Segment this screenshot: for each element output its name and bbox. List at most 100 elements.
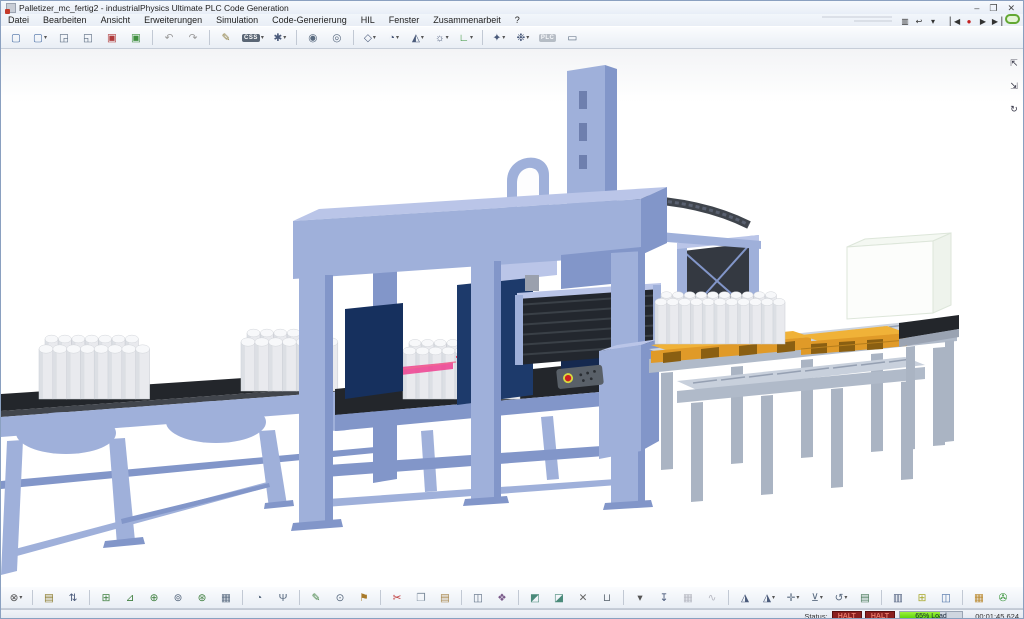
add-box-button[interactable]: ⊛ (191, 588, 213, 607)
light-settings-button[interactable]: ✦▾ (488, 28, 510, 47)
find-object-button[interactable]: ⊙ (329, 588, 351, 607)
restore-button[interactable]: ❐ (989, 3, 997, 13)
product-rolls-group1[interactable] (39, 335, 150, 399)
add-ramp-button[interactable]: ⊿ (119, 588, 141, 607)
empty-pallet[interactable] (801, 326, 907, 355)
menu-ansicht[interactable]: Ansicht (94, 15, 138, 25)
minimize-button[interactable]: – (974, 3, 979, 13)
new-model-button[interactable]: ▢ (5, 28, 27, 47)
debug-bug-button[interactable]: ❉▾ (512, 28, 534, 47)
box-library-button[interactable]: ▦ (215, 588, 237, 607)
menu-datei[interactable]: Datei (1, 15, 36, 25)
view-shaded-button[interactable]: ◔▾ (383, 28, 405, 47)
open-model-button[interactable]: ◲ (53, 28, 75, 47)
movie-reel-button[interactable]: ✇ (992, 588, 1014, 607)
stamp-tool-button[interactable]: ◫ (467, 588, 489, 607)
jump-to-start-button[interactable]: ◀ (948, 16, 962, 27)
add-machine-button[interactable]: ⊞ (95, 588, 117, 607)
menu-fenster[interactable]: Fenster (382, 15, 427, 25)
view-axes-button[interactable]: ∟▾ (455, 28, 477, 47)
compile-button[interactable]: ✱▾ (269, 28, 291, 47)
sim-timer-button[interactable]: ◔ (248, 588, 270, 607)
drop-object-button-caret[interactable]: ▾ (820, 594, 823, 601)
view-axes-button-caret[interactable]: ▾ (470, 34, 473, 41)
edit-geometry-button[interactable]: ✎ (305, 588, 327, 607)
zoom-selected-button[interactable]: ◉ (302, 28, 324, 47)
menu-code-generierung[interactable]: Code-Generierung (265, 15, 354, 25)
copy-button[interactable]: ❐ (410, 588, 432, 607)
view-solid-button-caret[interactable]: ▾ (373, 34, 376, 41)
paste-button[interactable]: ▤ (434, 588, 456, 607)
cut-button[interactable]: ✂ (386, 588, 408, 607)
antenna-button[interactable]: Ψ (272, 588, 294, 607)
code-report-button[interactable]: ✎ (215, 28, 237, 47)
new-model-menu-button-caret[interactable]: ▾ (44, 34, 47, 41)
realtime-indicator[interactable] (1004, 13, 1021, 24)
deselect-button[interactable]: ⊗▾ (5, 588, 27, 607)
view-render-button-caret[interactable]: ▾ (446, 34, 449, 41)
view-shaded-button-caret[interactable]: ▾ (396, 34, 399, 41)
zoom-all-button[interactable]: ◎ (326, 28, 348, 47)
save-model-button[interactable]: ▣ (101, 28, 123, 47)
debug-bug-button-caret[interactable]: ▾ (526, 34, 529, 41)
delete-button[interactable]: ✕ (572, 588, 594, 607)
reorder-objects-button[interactable]: ⇅ (62, 588, 84, 607)
package-button[interactable]: ▦ (968, 588, 990, 607)
menu-bearbeiten[interactable]: Bearbeiten (36, 15, 94, 25)
history-menu-button[interactable]: ▾ (926, 16, 940, 27)
move-object-button-caret[interactable]: ▾ (796, 594, 799, 601)
new-model-menu-button[interactable]: ▢▾ (29, 28, 51, 47)
prism-view-button[interactable]: ◮ (734, 588, 756, 607)
open-model-alt-button[interactable]: ◱ (77, 28, 99, 47)
light-settings-button-caret[interactable]: ▾ (502, 34, 505, 41)
menu-simulation[interactable]: Simulation (209, 15, 265, 25)
more-tools-button[interactable]: ▾ (629, 588, 651, 607)
save-model-as-button[interactable]: ▣ (125, 28, 147, 47)
history-back-button[interactable]: ↩ (912, 16, 926, 27)
camera-fit-icon[interactable]: ⇲ (1007, 80, 1021, 92)
redo-button[interactable]: ↷ (182, 28, 204, 47)
menu-?[interactable]: ? (508, 15, 527, 25)
outfeed-conveyor[interactable] (899, 315, 959, 450)
css-export-button[interactable]: CSS▾ (239, 28, 267, 47)
play-button[interactable]: ▶ (976, 16, 990, 27)
notes-button[interactable]: ▤ (854, 588, 876, 607)
move-object-button[interactable]: ✛▾ (782, 588, 804, 607)
add-seat-button[interactable]: ⊕ (143, 588, 165, 607)
log-table-button[interactable]: ▥ (887, 588, 909, 607)
hil-pairing-button[interactable]: ◫ (935, 588, 957, 607)
step-forward-button[interactable]: ▶ (990, 16, 1004, 27)
stamp-color-button[interactable]: ❖ (491, 588, 513, 607)
marker-button[interactable]: ⚑ (353, 588, 375, 607)
prism-view-menu-button-caret[interactable]: ▾ (772, 594, 775, 601)
lasso-select-button-caret[interactable]: ▾ (844, 594, 847, 601)
drop-object-button[interactable]: ⊻▾ (806, 588, 828, 607)
menu-erweiterungen[interactable]: Erweiterungen (137, 15, 209, 25)
import-press-button[interactable]: ◩ (524, 588, 546, 607)
css-export-button-caret[interactable]: ▾ (261, 34, 264, 41)
pallet-load-rolls[interactable] (655, 292, 785, 344)
export-press-button[interactable]: ◪ (548, 588, 570, 607)
undo-button[interactable]: ↶ (158, 28, 180, 47)
view-section-button-caret[interactable]: ▾ (421, 34, 424, 41)
scene-tree-button[interactable]: ▤ (38, 588, 60, 607)
viewport-3d[interactable]: ⇱ ⇲ ↻ (1, 49, 1023, 586)
add-measurement-button[interactable]: ⊞ (911, 588, 933, 607)
camera-home-icon[interactable]: ⇱ (1007, 57, 1021, 69)
menu-zusammenarbeit[interactable]: Zusammenarbeit (426, 15, 508, 25)
camera-orbit-icon[interactable]: ↻ (1007, 103, 1021, 115)
view-solid-button[interactable]: ◇▾ (359, 28, 381, 47)
menu-hil[interactable]: HIL (354, 15, 382, 25)
record-button[interactable]: ● (962, 16, 976, 27)
prism-view-menu-button[interactable]: ◮▾ (758, 588, 780, 607)
view-render-button[interactable]: ☼▾ (431, 28, 453, 47)
lasso-select-button[interactable]: ↺▾ (830, 588, 852, 607)
add-controller-button[interactable]: ⊚ (167, 588, 189, 607)
close-button[interactable]: ✕ (1007, 3, 1015, 13)
trash-button[interactable]: ⊔ (596, 588, 618, 607)
compile-button-caret[interactable]: ▾ (283, 34, 286, 41)
sort-signals-button[interactable]: ↧ (653, 588, 675, 607)
view-section-button[interactable]: ◭▾ (407, 28, 429, 47)
deselect-button-caret[interactable]: ▾ (19, 594, 22, 601)
monitor-button[interactable]: ▭ (561, 28, 583, 47)
